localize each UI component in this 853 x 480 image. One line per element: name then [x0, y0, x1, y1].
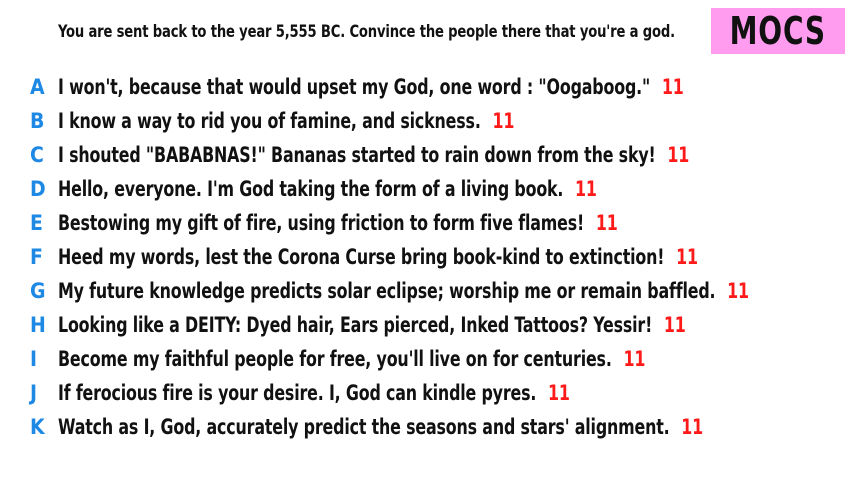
answer-text: My future knowledge predicts solar eclip… [58, 279, 716, 303]
answer-text: Hello, everyone. I'm God taking the form… [58, 177, 564, 201]
answer-row-e: E Bestowing my gift of fire, using fricti… [30, 206, 853, 240]
answer-row-b: B I know a way to rid you of famine, and … [30, 104, 853, 138]
answer-text: Looking like a DEITY: Dyed hair, Ears pi… [58, 313, 653, 337]
answer-text: Watch as I, God, accurately predict the … [58, 415, 670, 439]
answer-letter: J [30, 381, 38, 405]
answer-text: I know a way to rid you of famine, and s… [58, 109, 481, 133]
answer-score: 11 [667, 143, 690, 167]
badge-label: MOCS [729, 9, 827, 53]
answer-text: If ferocious fire is your desire. I, God… [58, 381, 537, 405]
answer-row-a: A I won't, because that would upset my Go… [30, 70, 853, 104]
answer-score: 11 [661, 75, 684, 99]
answer-text: Bestowing my gift of fire, using frictio… [58, 211, 585, 235]
answer-letter: A [30, 75, 45, 99]
answer-letter: F [30, 245, 43, 269]
answer-score: 11 [548, 381, 570, 405]
answer-list: A I won't, because that would upset my Go… [30, 70, 853, 444]
answer-text: I won't, because that would upset my God… [58, 75, 651, 99]
answer-score: 11 [663, 313, 686, 337]
answer-score: 11 [575, 177, 597, 201]
answer-letter: B [30, 109, 45, 133]
answer-score: 11 [623, 347, 646, 371]
answer-row-g: G My future knowledge predicts solar ecli… [30, 274, 853, 308]
answer-letter: C [30, 143, 44, 167]
answer-row-k: K Watch as I, God, accurately predict the… [30, 410, 853, 444]
answer-text: Become my faithful people for free, you'… [58, 347, 612, 371]
answer-letter: E [30, 211, 43, 235]
answer-letter: K [30, 415, 45, 439]
answer-letter: G [30, 279, 46, 303]
answer-score: 11 [681, 415, 704, 439]
answer-letter: H [30, 313, 46, 337]
prompt-text: You are sent back to the year 5,555 BC. … [58, 22, 675, 42]
answer-score: 11 [676, 245, 698, 269]
answer-row-i: I Become my faithful people for free, you… [30, 342, 853, 376]
answer-row-f: F Heed my words, lest the Corona Curse br… [30, 240, 853, 274]
answer-score: 11 [595, 211, 618, 235]
answer-letter: D [30, 177, 46, 201]
answer-letter: I [30, 347, 38, 371]
answer-text: Heed my words, lest the Corona Curse bri… [58, 245, 665, 269]
answer-text: I shouted "BABABNAS!" Bananas started to… [58, 143, 656, 167]
answer-row-c: C I shouted "BABABNAS!" Bananas started t… [30, 138, 853, 172]
answer-row-j: J If ferocious fire is your desire. I, Go… [30, 376, 853, 410]
answer-row-h: H Looking like a DEITY: Dyed hair, Ears p… [30, 308, 853, 342]
answer-score: 11 [492, 109, 515, 133]
answer-score: 11 [727, 279, 749, 303]
answer-row-d: D Hello, everyone. I'm God taking the for… [30, 172, 853, 206]
mocs-badge: MOCS [711, 8, 845, 54]
